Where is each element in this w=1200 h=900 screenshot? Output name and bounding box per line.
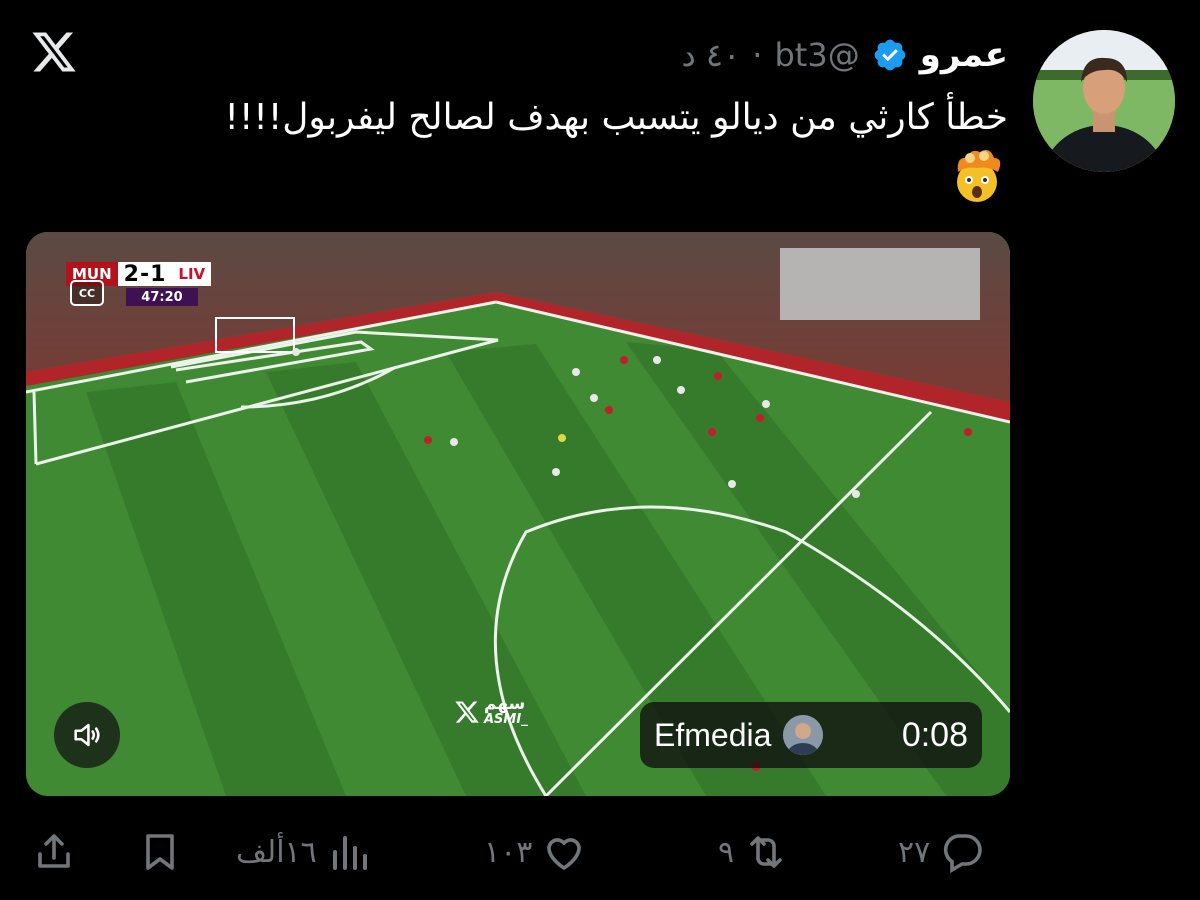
repost-icon: [750, 836, 782, 868]
tweet-text: خطأ كارثي من ديالو يتسبب بهدف لصالح ليفر…: [224, 97, 1008, 138]
bookmark-button[interactable]: [136, 820, 184, 884]
author-name[interactable]: عمرو: [920, 35, 1008, 75]
video-attribution[interactable]: Efmedia 0:08: [640, 702, 982, 768]
view-count: ١٦ألف: [236, 834, 317, 870]
bookmark-icon: [146, 834, 174, 870]
video-player[interactable]: MUN 2-1 LIV 47:20 CC سهم ASMI_ Efmedia 0…: [26, 232, 1010, 796]
mute-icon: [74, 723, 100, 747]
repost-button[interactable]: ٩: [718, 820, 790, 884]
like-icon: [547, 838, 582, 870]
reply-icon: [944, 834, 982, 874]
like-count: ١٠٣: [484, 834, 533, 870]
share-button[interactable]: [30, 820, 78, 884]
match-score: 2-1: [117, 262, 173, 287]
reply-button[interactable]: ٢٧: [898, 820, 986, 884]
tweet-header: عمرو @bt3 · ٤٠ د: [682, 30, 1009, 80]
verified-badge-icon: [874, 39, 906, 71]
reply-count: ٢٧: [898, 834, 931, 870]
mute-button[interactable]: [54, 702, 120, 768]
x-logo-icon[interactable]: [30, 28, 78, 76]
away-team: LIV: [172, 262, 212, 286]
attribution-avatar[interactable]: [783, 715, 824, 755]
closed-captions-button[interactable]: CC: [70, 280, 104, 306]
watermark-arabic: سهم: [484, 694, 526, 714]
video-elapsed-time: 0:08: [901, 715, 968, 754]
exploding-head-emoji: [957, 150, 1001, 202]
author-handle[interactable]: @bt3: [774, 36, 859, 74]
watermark-x-icon: [455, 701, 479, 723]
post-time[interactable]: ٤٠ د: [682, 36, 741, 74]
watermark: سهم ASMI_: [454, 696, 528, 728]
repost-count: ٩: [718, 834, 735, 870]
attribution-name[interactable]: Efmedia: [654, 717, 771, 754]
watermark-latin: ASMI_: [484, 712, 528, 727]
share-icon: [38, 834, 70, 868]
blurred-overlay: [780, 248, 980, 320]
avatar[interactable]: [1033, 30, 1175, 172]
views-button[interactable]: ١٦ألف: [236, 820, 373, 884]
tweet-action-bar: ٢٧ ٩ ١٠٣ ١٦ألف: [0, 820, 1200, 884]
like-button[interactable]: ١٠٣: [484, 820, 588, 884]
match-clock: 47:20: [126, 288, 198, 306]
views-icon: [332, 836, 367, 870]
separator-dot: ·: [752, 36, 763, 74]
